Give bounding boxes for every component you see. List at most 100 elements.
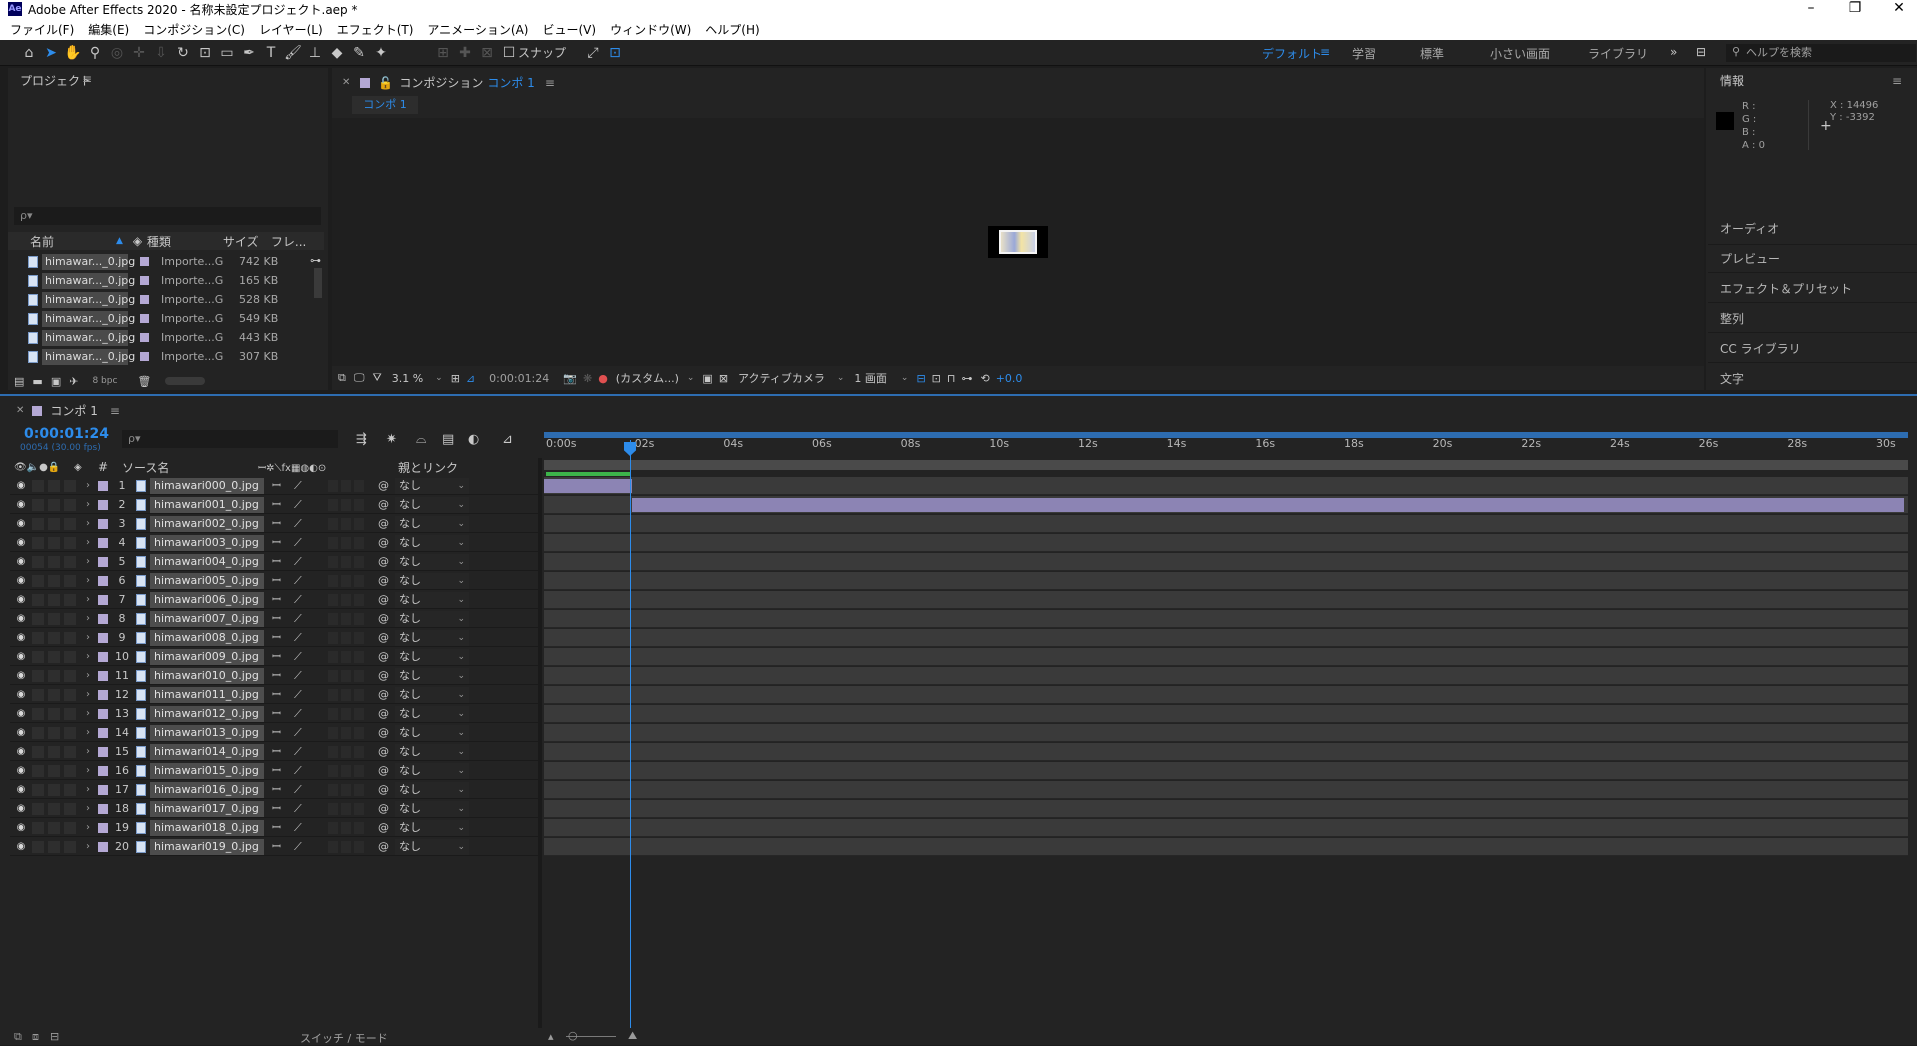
switch-box[interactable] bbox=[328, 631, 338, 644]
project-menu-icon[interactable]: ≡ bbox=[82, 72, 92, 86]
layer-row[interactable]: ◉ › 9 himawari008_0.jpg ꟷ ⟋ @ なし ⌄ bbox=[10, 629, 540, 647]
layer-row[interactable]: ◉ › 5 himawari004_0.jpg ꟷ ⟋ @ なし ⌄ bbox=[10, 553, 540, 571]
audio-toggle[interactable] bbox=[32, 764, 44, 777]
lock-toggle[interactable] bbox=[64, 688, 76, 701]
solo-toggle[interactable] bbox=[48, 498, 60, 511]
layer-row[interactable]: ◉ › 15 himawari014_0.jpg ꟷ ⟋ @ なし ⌄ bbox=[10, 743, 540, 761]
switch-box[interactable] bbox=[354, 707, 364, 720]
switch-box[interactable] bbox=[354, 517, 364, 530]
layer-row[interactable]: ◉ › 14 himawari013_0.jpg ꟷ ⟋ @ なし ⌄ bbox=[10, 724, 540, 742]
workspace-learn[interactable]: 学習 bbox=[1352, 45, 1376, 62]
column-name[interactable]: 名前 bbox=[30, 233, 116, 250]
shy-switch-icon[interactable]: ꟷ bbox=[272, 725, 286, 740]
audio-toggle[interactable] bbox=[32, 688, 44, 701]
switch-box[interactable] bbox=[354, 593, 364, 606]
chevron-down-icon[interactable]: ⌄ bbox=[901, 373, 909, 383]
switch-box[interactable] bbox=[341, 669, 351, 682]
switch-box[interactable] bbox=[354, 650, 364, 663]
column-parent[interactable]: 親とリンク bbox=[398, 459, 458, 476]
layer-name[interactable]: himawari012_0.jpg bbox=[150, 705, 264, 722]
close-tab-icon[interactable]: ✕ bbox=[342, 77, 350, 88]
menu-help[interactable]: ヘルプ(H) bbox=[705, 21, 759, 38]
lock-toggle[interactable] bbox=[64, 593, 76, 606]
selection-tool-icon[interactable]: ➤ bbox=[40, 42, 62, 64]
rotation-tool-icon[interactable]: ↻ bbox=[172, 42, 194, 64]
draft-3d-icon[interactable]: ✷ bbox=[386, 432, 416, 447]
switch-box[interactable] bbox=[328, 650, 338, 663]
pickwhip-icon[interactable]: @ bbox=[378, 612, 389, 625]
solo-toggle[interactable] bbox=[48, 707, 60, 720]
parent-select[interactable]: なし ⌄ bbox=[395, 496, 469, 513]
solo-toggle[interactable] bbox=[48, 802, 60, 815]
views-select[interactable]: 1 画面 bbox=[854, 370, 887, 386]
switch-box[interactable] bbox=[341, 802, 351, 815]
quality-switch-icon[interactable]: ⟋ bbox=[294, 650, 308, 664]
switch-box[interactable] bbox=[328, 669, 338, 682]
layer-track[interactable] bbox=[544, 800, 1908, 818]
layer-label-swatch[interactable] bbox=[98, 613, 108, 624]
zoom-tool-icon[interactable]: ⚲ bbox=[84, 42, 106, 64]
transfer-controls-icon[interactable]: ⧈ bbox=[32, 1030, 39, 1044]
switch-box[interactable] bbox=[328, 802, 338, 815]
flowchart-icon[interactable]: ⊶ bbox=[961, 372, 972, 385]
resolution-select[interactable]: (カスタム...) bbox=[616, 370, 679, 386]
eye-icon[interactable]: ◉ bbox=[14, 575, 28, 586]
label-swatch[interactable] bbox=[140, 276, 149, 285]
local-axis-icon[interactable]: ⊞ bbox=[432, 42, 454, 64]
layer-track[interactable] bbox=[544, 838, 1908, 856]
label-swatch[interactable] bbox=[140, 314, 149, 323]
parent-select[interactable]: なし ⌄ bbox=[395, 591, 469, 608]
quality-switch-icon[interactable]: ⟋ bbox=[294, 802, 308, 816]
solo-toggle[interactable] bbox=[48, 593, 60, 606]
switch-box[interactable] bbox=[354, 555, 364, 568]
project-item[interactable]: himawar..._0.jpg Importe...G 528 KB bbox=[8, 290, 324, 309]
layer-track[interactable] bbox=[544, 591, 1908, 609]
menu-edit[interactable]: 編集(E) bbox=[88, 21, 129, 38]
expand-arrow-icon[interactable]: › bbox=[82, 708, 94, 719]
switch-box[interactable] bbox=[341, 498, 351, 511]
eye-icon[interactable]: ◉ bbox=[14, 689, 28, 700]
parent-select[interactable]: なし ⌄ bbox=[395, 610, 469, 627]
switch-box[interactable] bbox=[341, 650, 351, 663]
layer-track[interactable] bbox=[544, 724, 1908, 742]
switch-box[interactable] bbox=[354, 479, 364, 492]
eye-icon[interactable]: ◉ bbox=[14, 518, 28, 529]
solo-toggle[interactable] bbox=[48, 745, 60, 758]
quality-switch-icon[interactable]: ⟋ bbox=[294, 707, 308, 721]
expand-arrow-icon[interactable]: › bbox=[82, 784, 94, 795]
frame-blending-icon[interactable]: ▤ bbox=[442, 432, 468, 447]
layer-name[interactable]: himawari000_0.jpg bbox=[150, 477, 264, 494]
eye-icon[interactable]: ◉ bbox=[14, 784, 28, 795]
expand-arrow-icon[interactable]: › bbox=[82, 746, 94, 757]
solo-toggle[interactable] bbox=[48, 688, 60, 701]
pickwhip-icon[interactable]: @ bbox=[378, 498, 389, 511]
shy-switch-icon[interactable]: ꟷ bbox=[272, 516, 286, 531]
quality-switch-icon[interactable]: ⟋ bbox=[294, 745, 308, 759]
pickwhip-icon[interactable]: @ bbox=[378, 688, 389, 701]
shy-switch-icon[interactable]: ꟷ bbox=[272, 573, 286, 588]
workspace-library[interactable]: ライブラリ bbox=[1588, 45, 1648, 62]
workspace-more[interactable]: » bbox=[1670, 45, 1677, 59]
snap-options-icon[interactable]: ⤢ bbox=[582, 42, 604, 64]
layer-name[interactable]: himawari001_0.jpg bbox=[150, 496, 264, 513]
eye-icon[interactable]: ◉ bbox=[14, 556, 28, 567]
project-item[interactable]: himawar..._0.jpg Importe...G 165 KB bbox=[8, 271, 324, 290]
switch-box[interactable] bbox=[341, 593, 351, 606]
quality-switch-icon[interactable]: ⟋ bbox=[294, 783, 308, 797]
menu-animation[interactable]: アニメーション(A) bbox=[427, 21, 528, 38]
expand-arrow-icon[interactable]: › bbox=[82, 556, 94, 567]
type-tool-icon[interactable]: T bbox=[260, 42, 282, 64]
minimize-icon[interactable]: – bbox=[1796, 0, 1826, 16]
project-item[interactable]: himawar..._0.jpg Importe...G 307 KB bbox=[8, 347, 324, 366]
layer-label-swatch[interactable] bbox=[98, 822, 108, 833]
quality-switch-icon[interactable]: ⟋ bbox=[294, 688, 308, 702]
quality-switch-icon[interactable]: ⟋ bbox=[294, 840, 308, 854]
timeline-menu-icon[interactable]: ≡ bbox=[110, 404, 120, 418]
parent-select[interactable]: なし ⌄ bbox=[395, 667, 469, 684]
chevron-down-icon[interactable]: ⌄ bbox=[687, 373, 695, 383]
layer-row[interactable]: ◉ › 8 himawari007_0.jpg ꟷ ⟋ @ なし ⌄ bbox=[10, 610, 540, 628]
in-out-toggle-icon[interactable]: ⊟ bbox=[50, 1030, 59, 1043]
switch-box[interactable] bbox=[354, 688, 364, 701]
project-item[interactable]: himawar..._0.jpg Importe...G 742 KB bbox=[8, 252, 324, 271]
layer-track[interactable] bbox=[544, 819, 1908, 837]
